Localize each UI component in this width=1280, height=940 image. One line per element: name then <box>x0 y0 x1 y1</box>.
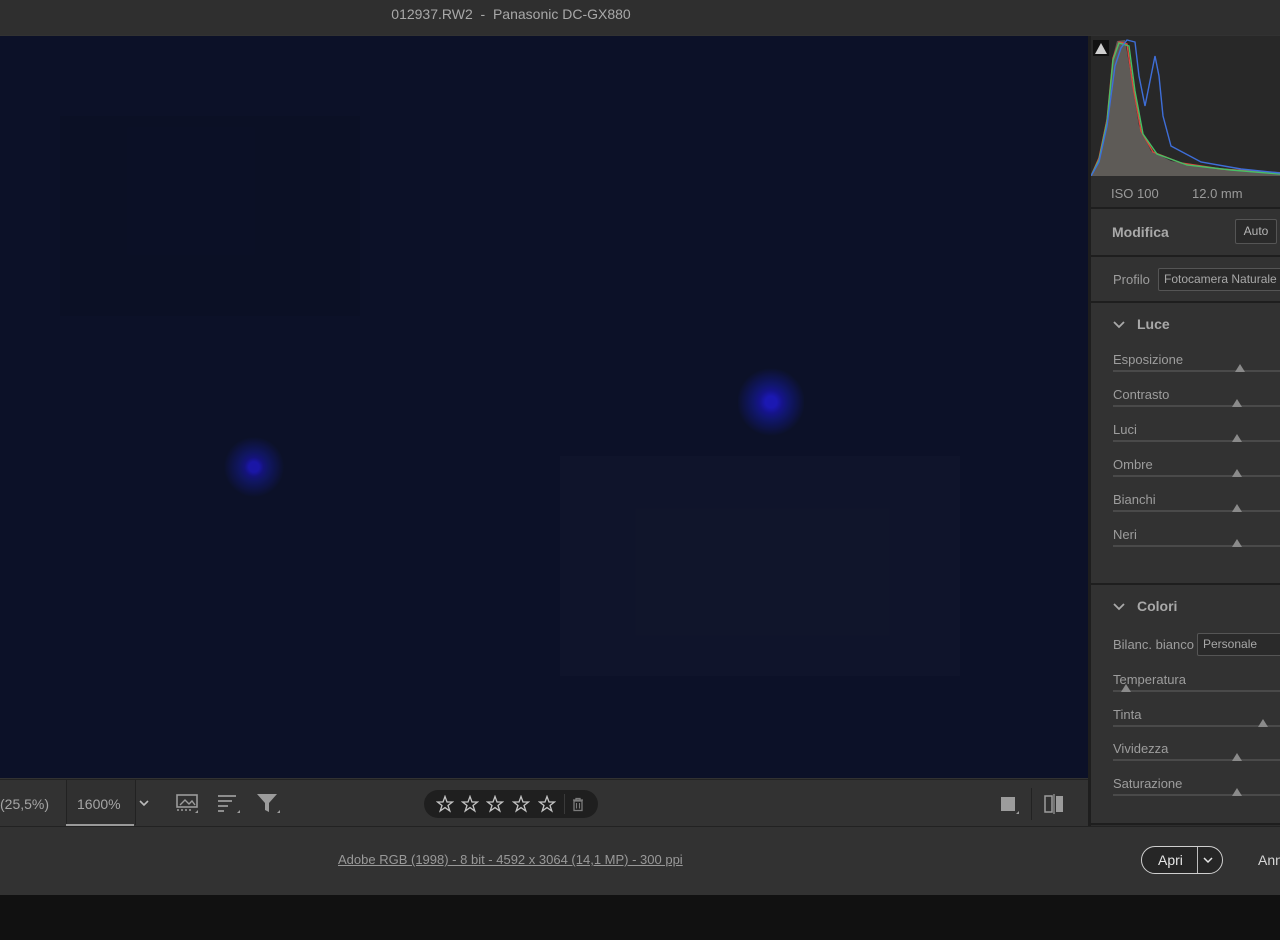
auto-button[interactable]: Auto <box>1235 219 1277 244</box>
slider-thumb[interactable] <box>1231 504 1242 512</box>
sort-icon[interactable] <box>215 792 241 814</box>
image-toolbar: (25,5%) 1600% <box>0 779 1088 826</box>
slider-thumb[interactable] <box>1258 718 1269 727</box>
slider-label: Ombre <box>1113 457 1153 472</box>
slider-thumb[interactable] <box>1234 364 1245 372</box>
slider-track[interactable] <box>1113 510 1280 512</box>
exif-focal-length: 12.0 mm <box>1192 186 1243 201</box>
slider-track[interactable] <box>1113 724 1280 727</box>
star-icon[interactable] <box>486 795 504 813</box>
filmstrip-icon[interactable] <box>174 792 200 814</box>
edit-title: Modifica <box>1112 224 1169 240</box>
edit-panel: ISO 100 12.0 mm Modifica Auto Profilo Fo… <box>1090 36 1280 826</box>
zoom-level-value: 1600% <box>77 796 121 812</box>
slider-track[interactable] <box>1113 690 1280 692</box>
slider-label: Luci <box>1113 422 1137 437</box>
image-preview[interactable] <box>0 36 1088 778</box>
slider-track[interactable] <box>1113 759 1280 761</box>
star-icon[interactable] <box>512 795 530 813</box>
slider-label: Tinta <box>1113 706 1142 722</box>
slider-thumb[interactable] <box>1231 753 1242 761</box>
slider-track[interactable] <box>1113 370 1280 372</box>
exif-iso: ISO 100 <box>1111 186 1159 201</box>
white-balance-select[interactable]: Personale <box>1197 633 1280 656</box>
chevron-down-icon[interactable] <box>1201 854 1215 866</box>
star-icon[interactable] <box>538 795 556 813</box>
shadow-clipping-icon[interactable] <box>1093 40 1109 56</box>
rating-bar <box>424 790 598 818</box>
slider-track[interactable] <box>1113 793 1280 796</box>
image-noise <box>60 116 360 316</box>
slider-label: Vividezza <box>1113 741 1169 756</box>
footer-bar: Adobe RGB (1998) - 8 bit - 4592 x 3064 (… <box>0 826 1280 895</box>
workflow-options-link[interactable]: Adobe RGB (1998) - 8 bit - 4592 x 3064 (… <box>338 852 683 867</box>
slider-label: Esposizione <box>1113 352 1184 367</box>
colori-title[interactable]: Colori <box>1137 598 1177 614</box>
star-icon[interactable] <box>461 795 479 813</box>
rating-divider <box>564 794 565 814</box>
toolbar-divider <box>1031 788 1032 820</box>
window-title: 012937.RW2 - Panasonic DC-GX880 <box>391 6 631 22</box>
slider-track[interactable] <box>1113 405 1280 407</box>
slider-thumb[interactable] <box>1121 684 1132 692</box>
slider-thumb[interactable] <box>1231 787 1242 796</box>
trash-icon[interactable] <box>570 796 586 812</box>
slider-thumb[interactable] <box>1231 469 1242 477</box>
slider-label: Saturazione <box>1113 775 1183 791</box>
slider-label: Contrasto <box>1113 387 1170 402</box>
histogram <box>1090 36 1280 177</box>
zoom-level-button[interactable]: 1600% <box>66 780 136 825</box>
slider-label: Bianchi <box>1113 492 1156 507</box>
profile-select[interactable]: Fotocamera Naturale <box>1158 268 1280 291</box>
open-button[interactable]: Apri <box>1141 846 1223 874</box>
slider-track[interactable] <box>1113 440 1280 442</box>
star-icon[interactable] <box>436 795 454 813</box>
title-bar: 012937.RW2 - Panasonic DC-GX880 <box>0 0 1280 35</box>
open-button-label: Apri <box>1158 852 1183 868</box>
white-balance-label: Bilanc. bianco <box>1113 637 1194 652</box>
cancel-button[interactable]: Annulla <box>1258 852 1280 868</box>
single-view-icon[interactable] <box>998 793 1020 815</box>
histogram-graph <box>1090 39 1280 177</box>
zoom-fit-label[interactable]: (25,5%) <box>0 796 49 812</box>
slider-thumb[interactable] <box>1231 399 1242 407</box>
image-highlight-spot <box>224 436 284 498</box>
slider-label: Neri <box>1113 527 1137 542</box>
filter-icon[interactable] <box>255 792 281 814</box>
slider-thumb[interactable] <box>1231 434 1242 442</box>
image-highlight-spot <box>738 368 804 436</box>
chevron-down-icon[interactable] <box>136 794 152 812</box>
luce-title[interactable]: Luce <box>1137 316 1170 332</box>
slider-thumb[interactable] <box>1231 539 1242 547</box>
slider-track[interactable] <box>1113 545 1280 547</box>
status-bar <box>0 895 1280 940</box>
compare-view-icon[interactable] <box>1043 793 1065 815</box>
open-button-divider <box>1197 847 1198 873</box>
chevron-down-icon[interactable] <box>1113 602 1125 612</box>
image-noise <box>560 456 960 676</box>
chevron-down-icon[interactable] <box>1113 320 1125 330</box>
slider-track[interactable] <box>1113 475 1280 477</box>
profile-label: Profilo <box>1113 272 1150 287</box>
section-divider <box>1091 823 1280 825</box>
